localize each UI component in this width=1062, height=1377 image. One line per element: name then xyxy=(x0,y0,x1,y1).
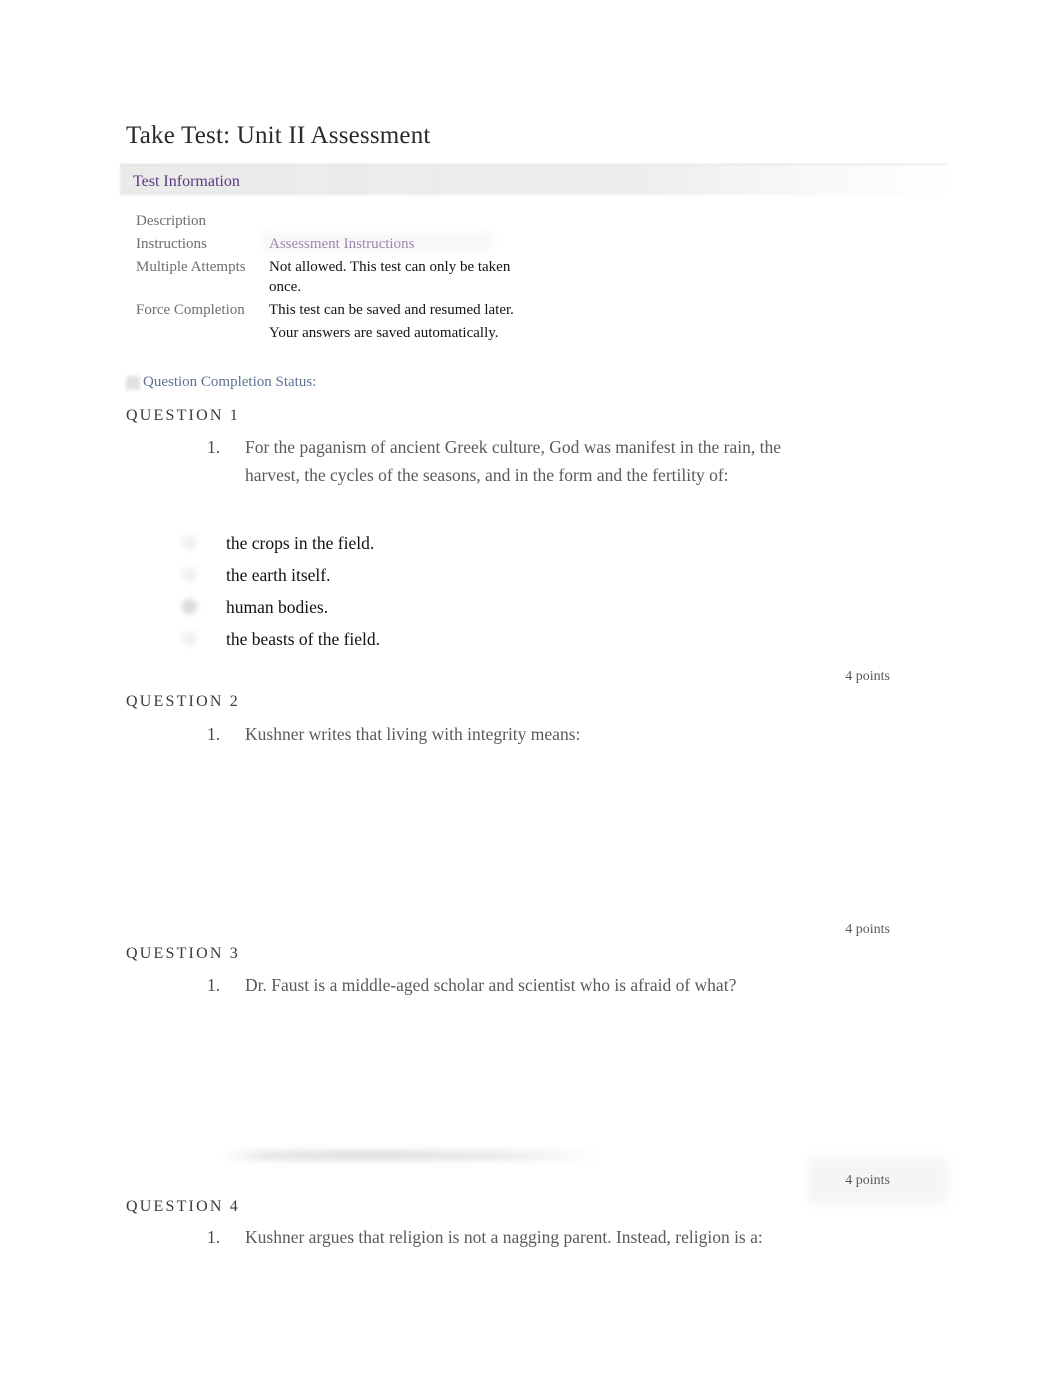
question-heading-4: QUESTION 4 xyxy=(126,1198,240,1215)
question-text-3: Dr. Faust is a middle-aged scholar and s… xyxy=(245,975,737,995)
take-test-page: Take Test: Unit II Assessment Test Infor… xyxy=(0,0,1062,1377)
info-label-instructions: Instructions xyxy=(136,235,207,252)
question-text-1: For the paganism of ancient Greek cultur… xyxy=(245,437,782,485)
page-title: Take Test: Unit II Assessment xyxy=(126,122,431,149)
info-label-description: Description xyxy=(136,213,206,229)
answer-option-label[interactable]: the crops in the field. xyxy=(226,528,374,560)
question-number-2: 1. xyxy=(207,724,221,744)
info-value-autosave: Your answers are saved automatically. xyxy=(269,324,499,341)
question-number-1: 1. xyxy=(207,437,221,457)
radio-button-icon[interactable] xyxy=(182,599,197,614)
table-row: Your answers are saved automatically. xyxy=(136,324,536,347)
answer-option-label[interactable]: human bodies. xyxy=(226,592,328,624)
answer-option-label[interactable]: the earth itself. xyxy=(226,560,330,592)
question-heading-1: QUESTION 1 xyxy=(126,407,240,424)
table-row: Multiple Attempts Not allowed. This test… xyxy=(136,258,536,301)
question-text-4: Kushner argues that religion is not a na… xyxy=(245,1227,763,1247)
question-prompt-4: 1. Kushner argues that religion is not a… xyxy=(207,1223,817,1251)
question-text-2: Kushner writes that living with integrit… xyxy=(245,724,581,744)
answer-option-label[interactable]: the beasts of the field. xyxy=(226,624,380,656)
question-heading-2: QUESTION 2 xyxy=(126,693,240,710)
test-information-heading: Test Information xyxy=(133,173,240,190)
question-points-3: 4 points xyxy=(845,1173,890,1188)
blur-artifact-question-3 xyxy=(222,1150,602,1161)
info-label-force-completion: Force Completion xyxy=(136,301,245,318)
table-row: Force Completion This test can be saved … xyxy=(136,301,536,324)
info-value-multiple-attempts: Not allowed. This test can only be taken… xyxy=(269,258,511,295)
info-label-autosave xyxy=(136,324,269,347)
question-number-3: 1. xyxy=(207,975,221,995)
info-value-force-completion: This test can be saved and resumed later… xyxy=(269,301,514,318)
info-label-multiple-attempts: Multiple Attempts xyxy=(136,258,246,275)
radio-button-icon[interactable] xyxy=(182,631,197,646)
question-heading-3: QUESTION 3 xyxy=(126,945,240,962)
radio-button-icon[interactable] xyxy=(182,567,197,582)
question-prompt-1: 1. For the paganism of ancient Greek cul… xyxy=(207,433,827,489)
question-completion-status-label[interactable]: Question Completion Status: xyxy=(143,374,316,391)
question-points-1: 4 points xyxy=(845,669,890,684)
question-prompt-2: 1. Kushner writes that living with integ… xyxy=(207,720,867,748)
question-prompt-3: 1. Dr. Faust is a middle-aged scholar an… xyxy=(207,971,887,999)
test-information-band xyxy=(120,164,948,195)
radio-button-icon[interactable] xyxy=(182,535,197,550)
question-number-4: 1. xyxy=(207,1227,221,1247)
blur-artifact-instructions xyxy=(262,232,492,252)
collapse-icon xyxy=(126,376,140,390)
question-points-2: 4 points xyxy=(845,922,890,937)
